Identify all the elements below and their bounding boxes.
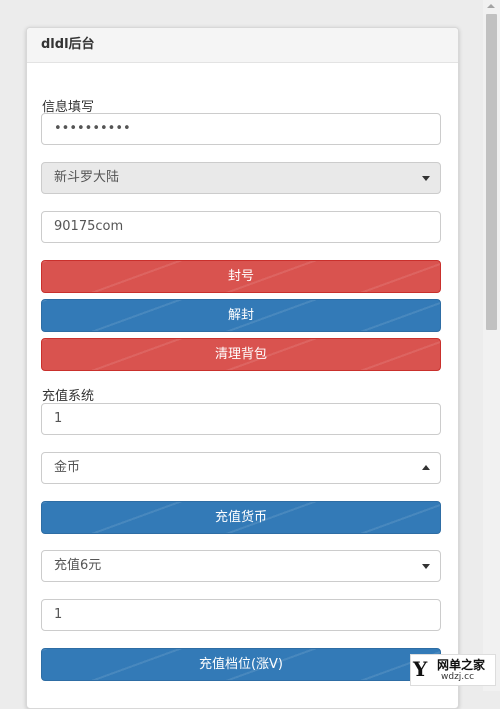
scroll-up-icon[interactable] <box>487 4 495 8</box>
recharge-tier-button[interactable]: 充值档位(涨V) <box>41 648 441 681</box>
admin-panel: dldl后台 信息填写 •••••••••• 新斗罗大陆 90175com 封号… <box>26 27 459 709</box>
chevron-down-icon <box>422 564 430 569</box>
watermark-logo: Y <box>413 657 428 681</box>
tier-select-value: 充值6元 <box>54 558 102 573</box>
currency-amount-field[interactable]: 1 <box>41 403 441 435</box>
site-watermark: Y 网单之家 wdzj.cc <box>410 654 496 686</box>
server-select-value: 新斗罗大陆 <box>54 170 120 185</box>
recharge-system-label: 充值系统 <box>42 389 95 404</box>
page-scrollbar[interactable] <box>483 0 500 691</box>
tier-select[interactable]: 充值6元 <box>41 550 441 582</box>
account-field[interactable]: 90175com <box>41 211 441 243</box>
currency-select[interactable]: 金币 <box>41 452 441 484</box>
chevron-up-icon <box>422 465 430 470</box>
chevron-down-icon <box>422 176 430 181</box>
currency-select-value: 金币 <box>54 460 81 475</box>
recharge-currency-button[interactable]: 充值货币 <box>41 501 441 534</box>
tier-amount-field[interactable]: 1 <box>41 599 441 631</box>
watermark-title: 网单之家 <box>437 658 486 672</box>
watermark-url: wdzj.cc <box>441 672 475 682</box>
ban-button[interactable]: 封号 <box>41 260 441 293</box>
scrollbar-thumb[interactable] <box>486 14 497 330</box>
server-select[interactable]: 新斗罗大陆 <box>41 162 441 194</box>
unban-button[interactable]: 解封 <box>41 299 441 332</box>
panel-title: dldl后台 <box>27 28 458 63</box>
password-field[interactable]: •••••••••• <box>41 113 441 145</box>
clear-bag-button[interactable]: 清理背包 <box>41 338 441 371</box>
